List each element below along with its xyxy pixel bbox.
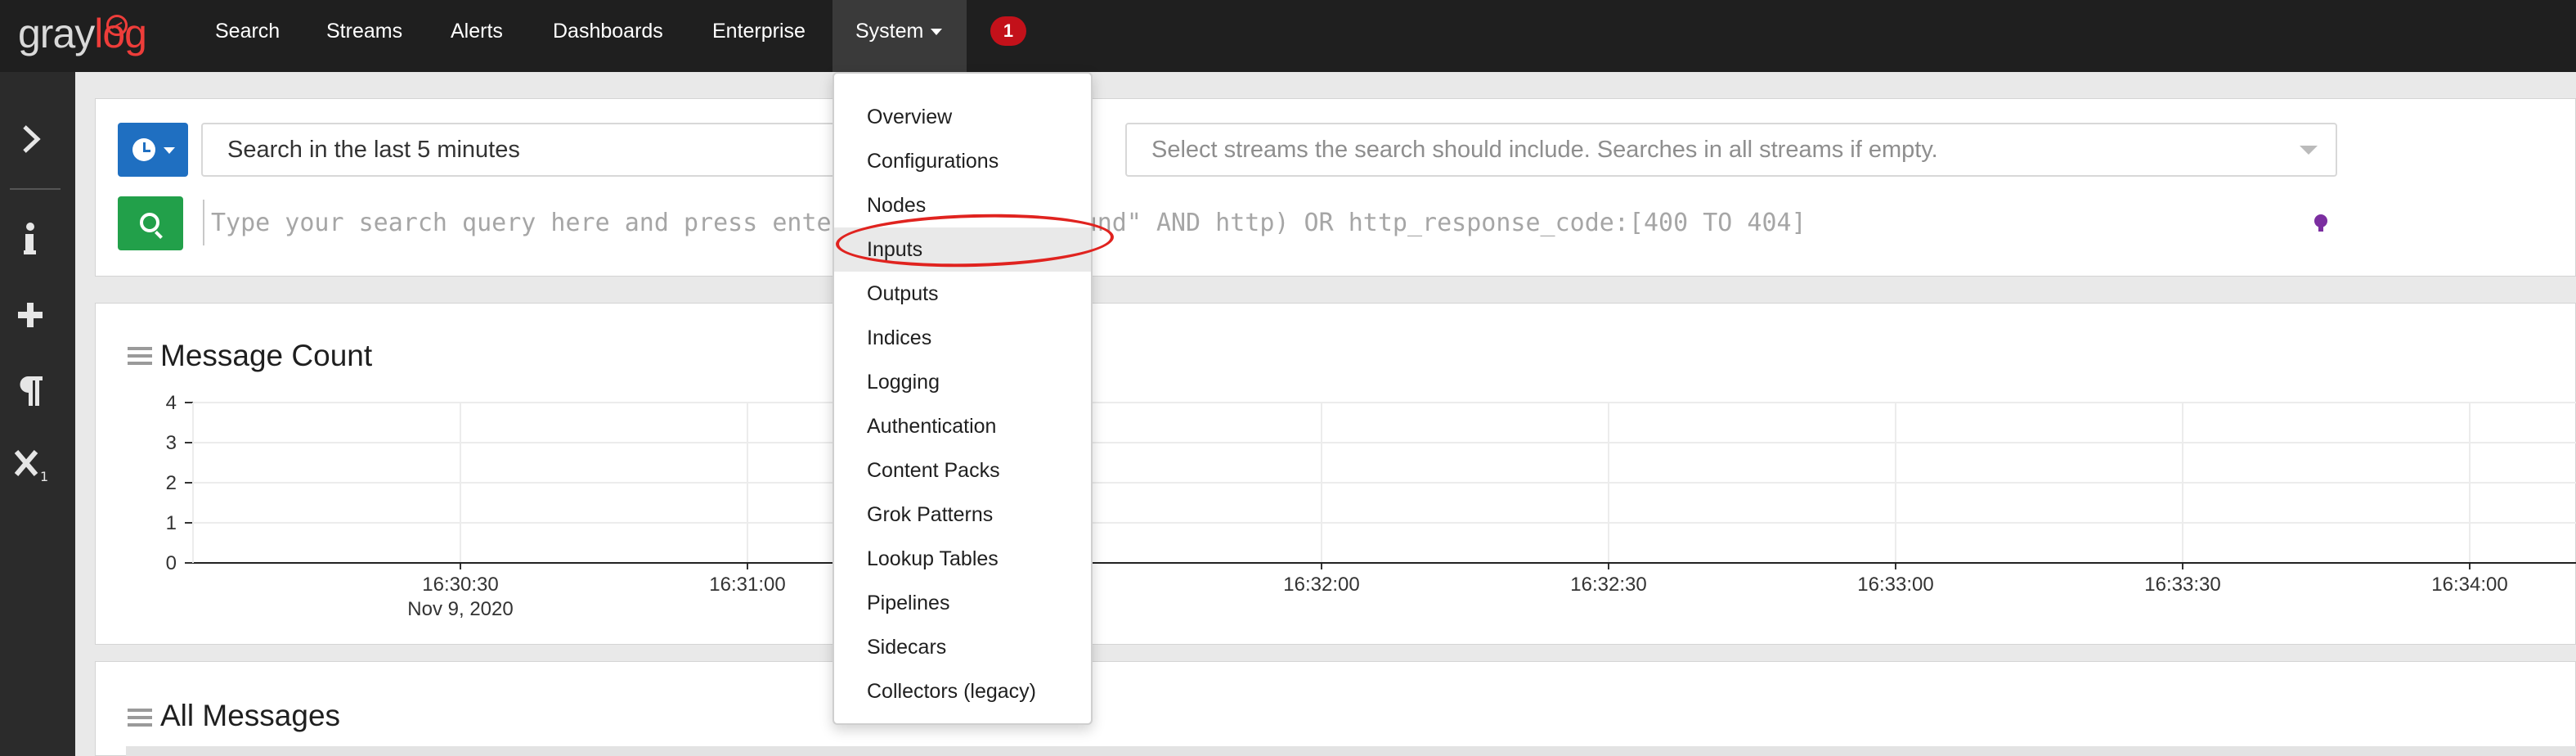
menu-item-grok-patterns[interactable]: Grok Patterns bbox=[834, 493, 1091, 537]
all-messages-title: All Messages bbox=[160, 699, 341, 732]
message-count-chart: 0123416:30:3016:31:0016:31:3016:32:0016:… bbox=[166, 392, 2576, 620]
system-dropdown-menu: Overview Configurations Nodes Inputs Outputs… bbox=[832, 72, 1093, 725]
x-tick-label: 16:31:00 bbox=[709, 574, 785, 596]
x-tick-label: 16:32:30 bbox=[1570, 574, 1646, 596]
all-messages-panel bbox=[95, 661, 2576, 756]
menu-item-sidecars[interactable]: Sidecars bbox=[834, 625, 1091, 669]
x-tick-label: 16:34:00 bbox=[2431, 574, 2507, 596]
y-tick-label: 3 bbox=[166, 432, 177, 454]
drag-handle-icon[interactable] bbox=[128, 709, 152, 727]
menu-item-indices[interactable]: Indices bbox=[834, 316, 1091, 360]
menu-item-outputs[interactable]: Outputs bbox=[834, 272, 1091, 316]
y-tick-label: 1 bbox=[166, 512, 177, 534]
y-tick-label: 4 bbox=[166, 392, 177, 414]
menu-item-overview[interactable]: Overview bbox=[834, 95, 1091, 139]
menu-item-content-packs[interactable]: Content Packs bbox=[834, 448, 1091, 493]
x-tick-label: 16:30:30 bbox=[422, 574, 498, 596]
menu-item-authentication[interactable]: Authentication bbox=[834, 404, 1091, 448]
menu-item-configurations[interactable]: Configurations bbox=[834, 139, 1091, 183]
x-tick-label: 16:33:00 bbox=[1857, 574, 1933, 596]
menu-item-lookup-tables[interactable]: Lookup Tables bbox=[834, 537, 1091, 581]
y-tick-label: 0 bbox=[166, 552, 177, 574]
menu-item-pipelines[interactable]: Pipelines bbox=[834, 581, 1091, 625]
menu-item-collectors-legacy[interactable]: Collectors (legacy) bbox=[834, 669, 1091, 713]
x-tick-date-label: Nov 9, 2020 bbox=[407, 598, 513, 620]
y-tick-label: 2 bbox=[166, 472, 177, 494]
x-tick-label: 16:32:00 bbox=[1283, 574, 1359, 596]
menu-item-logging[interactable]: Logging bbox=[834, 360, 1091, 404]
all-messages-table-header bbox=[126, 746, 2576, 756]
x-tick-label: 16:33:30 bbox=[2144, 574, 2220, 596]
